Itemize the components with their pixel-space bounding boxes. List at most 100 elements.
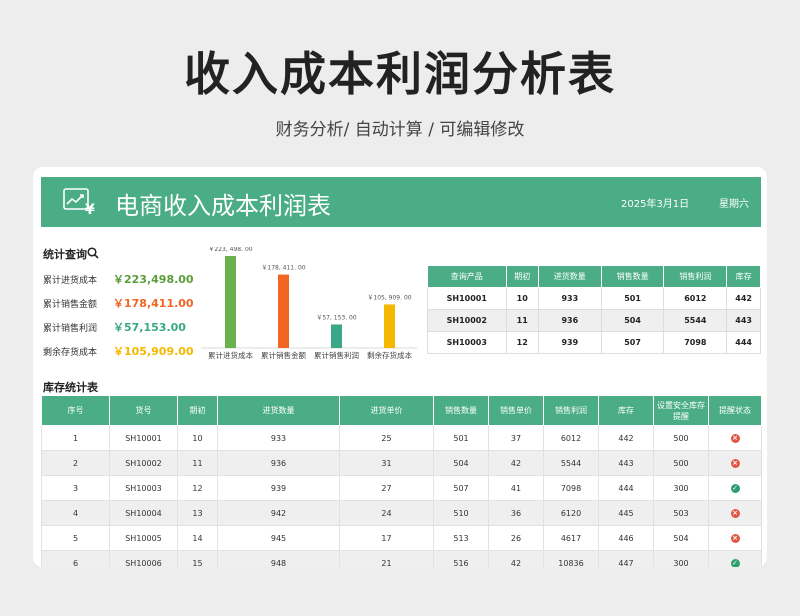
stat-row: 累计销售利润 ￥57,153.00 [43,319,186,335]
inventory-cell: 27 [339,475,434,501]
inventory-cell: 507 [433,475,489,501]
query-row: SH10002 11 936 504 5544 443 [427,309,761,332]
inventory-cell: 6120 [543,500,599,526]
inventory-cell: 1 [41,425,110,451]
inventory-header-cell: 销售数量 [433,395,489,426]
query-cell: 444 [726,331,761,354]
cross-icon: × [730,459,740,468]
inventory-cell: 3 [41,475,110,501]
inventory-cell: 445 [598,500,654,526]
inventory-cell: 513 [433,525,489,551]
chart-bar [331,324,342,348]
inventory-cell: 24 [339,500,434,526]
query-cell: 933 [537,287,602,310]
summary-bar-chart: ￥223, 498. 00 累计进货成本 ￥178, 411. 00 累计销售金额 ￥5… [201,247,417,360]
inventory-cell: 5 [41,525,110,551]
stat-label: 累计进货成本 [43,276,98,286]
query-row: SH10003 12 939 507 7098 444 [427,331,761,354]
inventory-header-cell: 销售利润 [543,395,599,426]
inventory-header-cell: 进货单价 [339,395,434,426]
page-subtitle: 财务分析/ 自动计算 / 可编辑修改 [275,120,525,140]
inventory-cell: SH10004 [109,500,178,526]
query-cell: 501 [600,287,665,310]
inventory-cell: 501 [433,425,489,451]
inventory-cell: 948 [217,550,340,567]
search-icon[interactable] [87,247,99,259]
chart-data-label: ￥105, 909. 00 [367,294,411,301]
inventory-cell: 17 [339,525,434,551]
inventory-cell: 443 [598,450,654,476]
table-row: 3 SH10003 12 939 27 507 41 7098 444 300 ✓ [41,475,762,501]
status-cell: × [708,500,762,526]
inventory-cell: 500 [653,425,709,451]
inventory-title: 库存统计表 [43,381,98,394]
inventory-cell: 42 [488,550,544,567]
table-row: 4 SH10004 13 942 24 510 36 6120 445 503 × [41,500,762,526]
svg-text:¥: ¥ [85,202,95,216]
report-weekday: 星期六 [719,199,749,210]
stats-title: 统计查询 [43,248,87,261]
chart-category-label: 累计销售金额 [261,350,306,360]
inventory-cell: 516 [433,550,489,567]
inventory-cell: 939 [217,475,340,501]
status-cell: ✓ [708,475,762,501]
inventory-cell: 446 [598,525,654,551]
yen-chart-icon: ¥ [63,188,95,216]
inventory-cell: 42 [488,450,544,476]
inventory-cell: 447 [598,550,654,567]
inventory-cell: 10 [177,425,218,451]
inventory-cell: 37 [488,425,544,451]
inventory-cell: 36 [488,500,544,526]
inventory-cell: 444 [598,475,654,501]
inventory-cell: 7098 [543,475,599,501]
inventory-cell: 945 [217,525,340,551]
chart-category-label: 剩余存货成本 [367,350,412,360]
query-cell: 5544 [663,309,728,332]
chart-category-label: 累计进货成本 [208,350,253,360]
inventory-cell: 15 [177,550,218,567]
inventory-header-cell: 设置安全库存提醒 [653,395,709,426]
report-title: 电商收入成本利润表 [115,192,331,220]
table-row: 1 SH10001 10 933 25 501 37 6012 442 500 × [41,425,762,451]
inventory-cell: 21 [339,550,434,567]
inventory-header-cell: 货号 [109,395,178,426]
inventory-header-cell: 销售单价 [488,395,544,426]
query-cell: 7098 [663,331,728,354]
query-cell: 11 [505,309,539,332]
inventory-cell: 25 [339,425,434,451]
query-cell: 10 [505,287,539,310]
inventory-cell: 6 [41,550,110,567]
inventory-cell: 4617 [543,525,599,551]
stat-row: 剩余存货成本 ￥105,909.00 [43,343,194,359]
inventory-cell: 442 [598,425,654,451]
inventory-header-cell: 期初 [177,395,218,426]
inventory-cell: 10836 [543,550,599,567]
stat-value: ￥105,909.00 [113,345,194,358]
inventory-header-cell: 提醒状态 [708,395,762,426]
inventory-cell: SH10006 [109,550,178,567]
cross-icon: × [730,509,740,518]
inventory-cell: 933 [217,425,340,451]
inventory-cell: 504 [653,525,709,551]
stat-value: ￥223,498.00 [113,273,194,286]
inventory-cell: 26 [488,525,544,551]
table-row: 2 SH10002 11 936 31 504 42 5544 443 500 × [41,450,762,476]
cross-icon: × [730,534,740,543]
query-cell: SH10002 [427,309,507,332]
inventory-cell: 13 [177,500,218,526]
report-banner: ¥ 电商收入成本利润表 2025年3月1日 星期六 [41,177,761,227]
inventory-cell: 11 [177,450,218,476]
inventory-cell: 300 [653,475,709,501]
inventory-cell: 2 [41,450,110,476]
chart-data-label: ￥178, 411. 00 [261,265,305,272]
query-cell: SH10003 [427,331,507,354]
query-table: 查询产品 期初 进货数量 销售数量 销售利润 库存 SH10001 10 933 501 6012… [427,265,761,354]
inventory-cell: 14 [177,525,218,551]
inventory-cell: 936 [217,450,340,476]
cross-icon: × [730,434,740,443]
chart-bar [278,274,289,348]
inventory-cell: 6012 [543,425,599,451]
stat-row: 累计销售金额 ￥178,411.00 [43,295,194,311]
page-title: 收入成本利润分析表 [184,47,616,101]
query-header-cell: 进货数量 [537,265,602,288]
